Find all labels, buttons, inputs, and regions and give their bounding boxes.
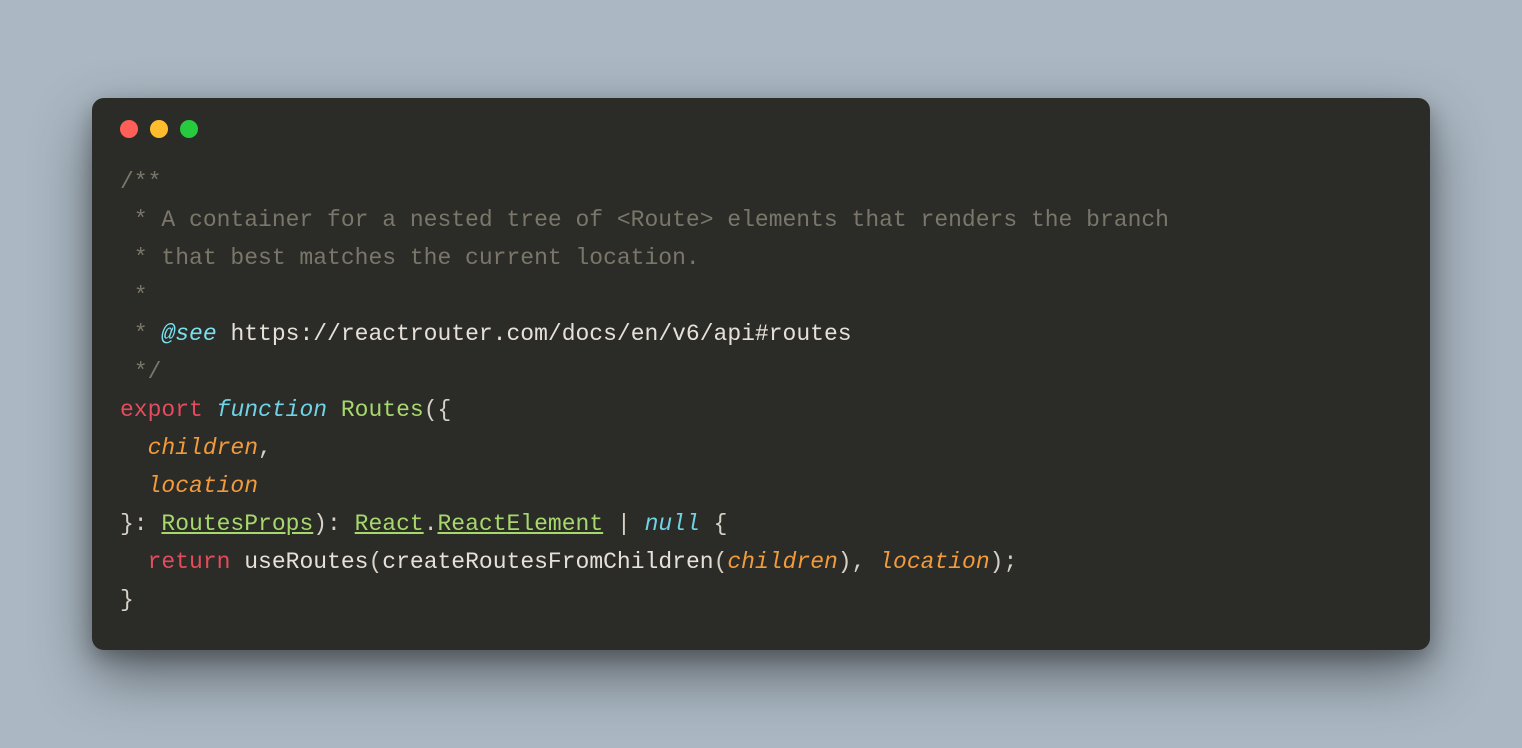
punct: . xyxy=(424,511,438,537)
comment-line: * A container for a nested tree of <Rout… xyxy=(120,207,1169,233)
jsdoc-see-tag: @see xyxy=(161,321,216,347)
arg-children: children xyxy=(727,549,837,575)
zoom-icon[interactable] xyxy=(180,120,198,138)
comment-line: * that best matches the current location… xyxy=(120,245,700,271)
comment-line: */ xyxy=(120,359,161,385)
space xyxy=(230,549,244,575)
code-block: /** * A container for a nested tree of <… xyxy=(120,164,1402,619)
punct: ) xyxy=(838,549,852,575)
comment-line: * xyxy=(120,321,161,347)
call-createroutesfromchildren: createRoutesFromChildren xyxy=(382,549,713,575)
keyword-return: return xyxy=(148,549,231,575)
punct: ( xyxy=(714,549,728,575)
comment-line: * xyxy=(120,283,148,309)
punct: ({ xyxy=(424,397,452,423)
punct: | xyxy=(603,511,644,537)
punct: }: xyxy=(120,511,161,537)
punct: , xyxy=(852,549,880,575)
indent xyxy=(120,549,148,575)
punct: , xyxy=(258,435,272,461)
brace-close: } xyxy=(120,587,134,613)
punct: ( xyxy=(368,549,382,575)
punct: ); xyxy=(990,549,1018,575)
param-children: children xyxy=(148,435,258,461)
arg-location: location xyxy=(879,549,989,575)
keyword-export: export xyxy=(120,397,203,423)
type-null: null xyxy=(645,511,700,537)
minimize-icon[interactable] xyxy=(150,120,168,138)
keyword-function: function xyxy=(217,397,327,423)
call-useroutes: useRoutes xyxy=(244,549,368,575)
function-name: Routes xyxy=(341,397,424,423)
type-routesprops: RoutesProps xyxy=(161,511,313,537)
punct: { xyxy=(700,511,728,537)
type-react: React xyxy=(355,511,424,537)
jsdoc-see-url: https://reactrouter.com/docs/en/v6/api#r… xyxy=(217,321,852,347)
comment-line: /** xyxy=(120,169,161,195)
punct: ): xyxy=(313,511,354,537)
window-traffic-lights xyxy=(120,120,1402,138)
type-reactelement: ReactElement xyxy=(438,511,604,537)
close-icon[interactable] xyxy=(120,120,138,138)
param-location: location xyxy=(148,473,258,499)
code-window: /** * A container for a nested tree of <… xyxy=(92,98,1430,649)
